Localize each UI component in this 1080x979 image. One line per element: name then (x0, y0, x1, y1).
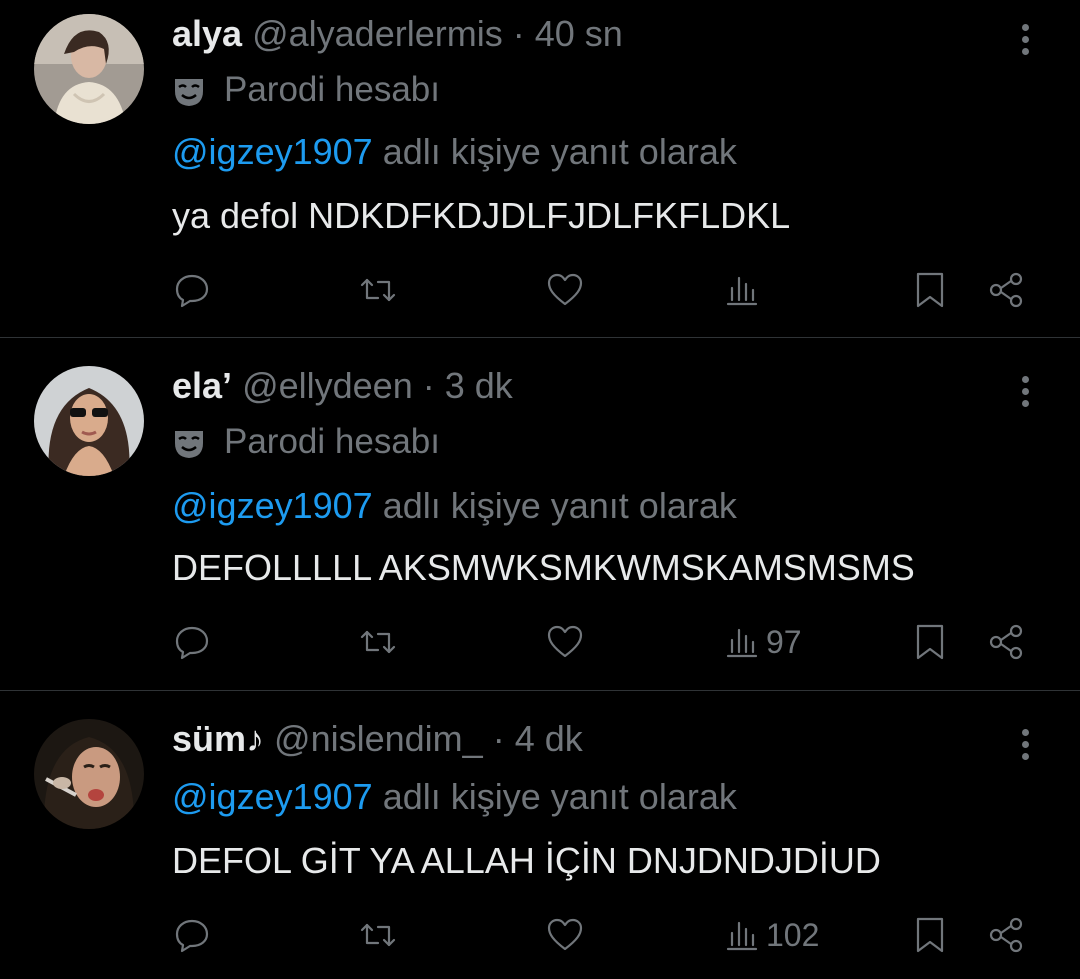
retweet-icon (360, 630, 396, 654)
reply-context-text: adlı kişiye yanıt olarak (382, 485, 737, 526)
action-bar: 102 (0, 913, 1080, 957)
bookmark-icon (916, 917, 944, 953)
bookmark-button[interactable] (910, 913, 950, 957)
heart-icon (547, 625, 583, 658)
reply-context-text: adlı kişiye yanıt olarak (382, 131, 737, 172)
reply-button[interactable] (172, 913, 212, 957)
reply-context-text: adlı kişiye yanıt olarak (382, 776, 737, 817)
parody-label: Parodi hesabı (172, 70, 440, 110)
bookmark-icon (916, 272, 944, 308)
more-icon[interactable] (1008, 372, 1042, 416)
avatar[interactable] (34, 366, 144, 476)
retweet-button[interactable] (358, 268, 398, 312)
display-name[interactable]: süm♪ (172, 718, 264, 759)
action-bar (0, 268, 1080, 312)
tweet[interactable]: ela’ @ellydeen · 3 dk Parodi hesabı @igz… (0, 338, 1080, 690)
tweet-text: ya defol NDKDFKDJDLFJDLFKFLDKL (172, 195, 791, 236)
retweet-icon (360, 923, 396, 947)
mention-link[interactable]: @igzey1907 (172, 485, 373, 526)
avatar[interactable] (34, 719, 144, 829)
share-icon (989, 624, 1023, 660)
views-count: 97 (766, 623, 802, 660)
reply-icon (175, 274, 209, 308)
share-button[interactable] (986, 913, 1026, 957)
mention-link[interactable]: @igzey1907 (172, 131, 373, 172)
reply-icon (175, 626, 209, 660)
tweet-header: ela’ @ellydeen · 3 dk (172, 366, 513, 406)
like-button[interactable] (545, 268, 585, 312)
reply-context: @igzey1907 adlı kişiye yanıt olarak (172, 132, 737, 172)
timestamp[interactable]: · 3 dk (423, 365, 513, 406)
share-button[interactable] (986, 620, 1026, 664)
parody-label-text: Parodi hesabı (224, 70, 440, 109)
display-name[interactable]: alya (172, 13, 242, 54)
more-icon[interactable] (1008, 725, 1042, 769)
views-button[interactable]: 102 (722, 913, 819, 957)
tweet[interactable]: süm♪ @nislendim_ · 4 dk @igzey1907 adlı … (0, 691, 1080, 979)
avatar[interactable] (34, 14, 144, 124)
user-handle[interactable]: @alyaderlermis (252, 13, 503, 54)
mask-icon (175, 78, 203, 106)
retweet-button[interactable] (358, 913, 398, 957)
views-icon (726, 276, 758, 306)
user-handle[interactable]: @ellydeen (242, 365, 413, 406)
share-icon (989, 917, 1023, 953)
more-icon[interactable] (1008, 20, 1042, 64)
tweet-header: alya @alyaderlermis · 40 sn (172, 14, 623, 54)
parody-label-text: Parodi hesabı (224, 422, 440, 461)
mention-link[interactable]: @igzey1907 (172, 776, 373, 817)
views-button[interactable] (722, 268, 766, 312)
views-icon (726, 921, 758, 951)
heart-icon (547, 918, 583, 951)
like-button[interactable] (545, 620, 585, 664)
views-button[interactable]: 97 (722, 620, 802, 664)
action-bar: 97 (0, 620, 1080, 664)
timestamp[interactable]: · 4 dk (493, 718, 583, 759)
views-icon (726, 628, 758, 658)
retweet-button[interactable] (358, 620, 398, 664)
tweet-text: DEFOL GİT YA ALLAH İÇİN DNJDNDJDİUD (172, 840, 881, 881)
tweet[interactable]: alya @alyaderlermis · 40 sn Parodi hesab… (0, 0, 1080, 337)
like-button[interactable] (545, 913, 585, 957)
bookmark-button[interactable] (910, 620, 950, 664)
parody-label: Parodi hesabı (172, 422, 440, 462)
reply-button[interactable] (172, 620, 212, 664)
share-button[interactable] (986, 268, 1026, 312)
timestamp[interactable]: · 40 sn (513, 13, 623, 54)
reply-icon (175, 919, 209, 953)
user-handle[interactable]: @nislendim_ (274, 718, 483, 759)
share-icon (989, 272, 1023, 308)
bookmark-button[interactable] (910, 268, 950, 312)
heart-icon (547, 273, 583, 306)
display-name[interactable]: ela’ (172, 365, 232, 406)
tweet-text: DEFOLLLLL AKSMWKSMKWMSKAMSMSMS (172, 547, 915, 588)
mask-icon (175, 430, 203, 458)
tweet-header: süm♪ @nislendim_ · 4 dk (172, 719, 583, 759)
views-count: 102 (766, 916, 820, 953)
reply-button[interactable] (172, 268, 212, 312)
retweet-icon (360, 278, 396, 302)
reply-context: @igzey1907 adlı kişiye yanıt olarak (172, 486, 737, 526)
bookmark-icon (916, 624, 944, 660)
reply-context: @igzey1907 adlı kişiye yanıt olarak (172, 777, 737, 817)
